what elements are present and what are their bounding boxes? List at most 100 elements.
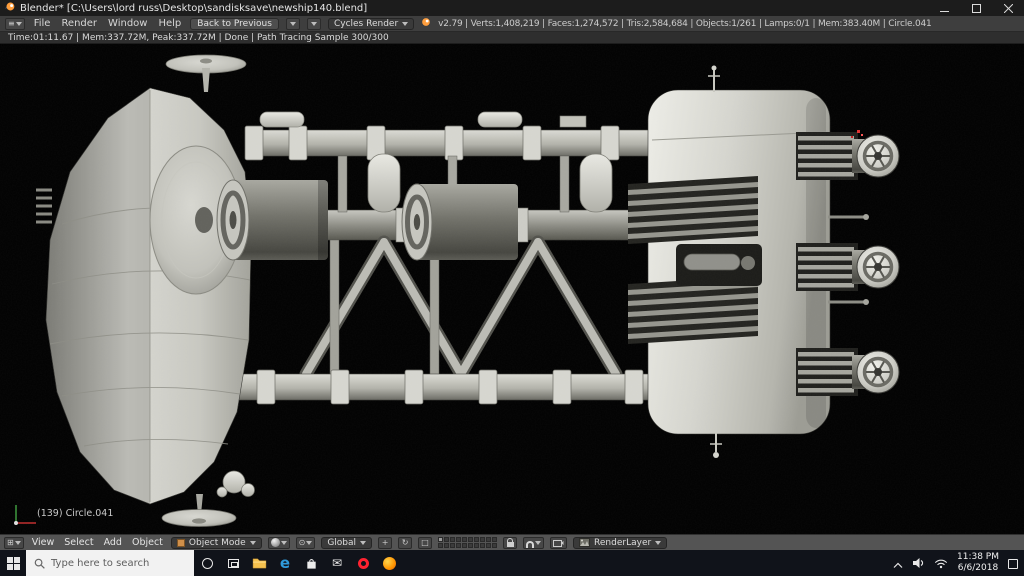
- network-button[interactable]: [934, 554, 948, 573]
- blender-logo-icon: [4, 1, 15, 15]
- layer-cell[interactable]: [468, 537, 473, 542]
- close-button[interactable]: [992, 0, 1024, 16]
- menu-object[interactable]: Object: [130, 537, 165, 548]
- menu-select[interactable]: Select: [62, 537, 95, 548]
- chevron-down-icon: [360, 541, 366, 545]
- layer-cell[interactable]: [438, 537, 443, 542]
- snap-button[interactable]: [523, 537, 544, 549]
- mail-button[interactable]: ✉: [324, 550, 350, 576]
- layer-cell[interactable]: [480, 543, 485, 548]
- menu-view[interactable]: View: [30, 537, 57, 548]
- task-view-button[interactable]: [220, 550, 246, 576]
- action-center-button[interactable]: [1008, 554, 1018, 573]
- clock-date: 6/6/2018: [957, 563, 999, 574]
- render-engine-value: Cycles Render: [334, 19, 398, 29]
- layer-cell[interactable]: [456, 543, 461, 548]
- viewport-shading-dropdown[interactable]: [268, 537, 290, 549]
- minimize-button[interactable]: [928, 0, 960, 16]
- viewport-3d[interactable]: (139) Circle.041: [0, 44, 1024, 534]
- volume-button[interactable]: [912, 554, 925, 573]
- opera-button[interactable]: [350, 550, 376, 576]
- menu-render[interactable]: Render: [59, 18, 99, 29]
- layer-cell[interactable]: [486, 543, 491, 548]
- menu-help[interactable]: Help: [156, 18, 183, 29]
- render-status-text: Time:01:11.67 | Mem:337.72M, Peak:337.72…: [8, 33, 389, 43]
- object-mode-icon: [177, 539, 185, 547]
- wifi-icon: [934, 558, 948, 569]
- speaker-icon: [912, 557, 925, 569]
- lock-button[interactable]: [503, 537, 517, 549]
- search-placeholder: Type here to search: [51, 558, 149, 569]
- layer-cell[interactable]: [492, 537, 497, 542]
- layer-cell[interactable]: [456, 537, 461, 542]
- chevron-down-icon: [290, 22, 296, 26]
- chevron-down-icon: [655, 541, 661, 545]
- start-button[interactable]: [0, 550, 26, 576]
- transform-orientation-dropdown[interactable]: Global: [321, 537, 372, 549]
- scene-statistics: v2.79 | Verts:1,408,219 | Faces:1,274,57…: [438, 19, 931, 29]
- file-explorer-button[interactable]: [246, 550, 272, 576]
- layer-cell[interactable]: [474, 537, 479, 542]
- taskbar-clock[interactable]: 11:38 PM 6/6/2018: [957, 552, 999, 574]
- window-titlebar: Blender* [C:\Users\lord russ\Desktop\san…: [0, 0, 1024, 16]
- chevron-down-icon: [15, 541, 21, 545]
- chevron-down-icon: [402, 22, 408, 26]
- back-to-previous-button[interactable]: Back to Previous: [190, 18, 279, 30]
- layer-cell[interactable]: [468, 543, 473, 548]
- screen-layout-dropdown[interactable]: [286, 18, 300, 30]
- chevron-down-icon: [281, 541, 287, 545]
- back-to-previous-label: Back to Previous: [197, 19, 272, 29]
- render-layer-value: RenderLayer: [594, 538, 651, 548]
- editor-type-info-button[interactable]: ≡: [5, 18, 25, 30]
- cortana-button[interactable]: [194, 550, 220, 576]
- chevron-down-icon: [311, 22, 317, 26]
- render-result-spaceship: [0, 44, 1024, 534]
- system-tray: 11:38 PM 6/6/2018: [887, 550, 1024, 576]
- maximize-icon: [972, 4, 981, 13]
- store-button[interactable]: [298, 550, 324, 576]
- layers-widget[interactable]: [438, 537, 497, 548]
- pivot-center-dropdown[interactable]: ⊙: [296, 537, 316, 549]
- orientation-value: Global: [327, 538, 356, 548]
- layer-cell[interactable]: [462, 543, 467, 548]
- maximize-button[interactable]: [960, 0, 992, 16]
- layer-cell[interactable]: [444, 537, 449, 542]
- opengl-render-button[interactable]: [550, 537, 567, 549]
- layer-cell[interactable]: [462, 537, 467, 542]
- edge-button[interactable]: e: [272, 550, 298, 576]
- layer-cell[interactable]: [480, 537, 485, 542]
- layer-cell[interactable]: [474, 543, 479, 548]
- mail-icon: ✉: [332, 557, 342, 569]
- task-view-icon: [228, 559, 239, 568]
- blender-window: Blender* [C:\Users\lord russ\Desktop\san…: [0, 0, 1024, 576]
- chevron-down-icon: [250, 541, 256, 545]
- menu-add[interactable]: Add: [102, 537, 124, 548]
- layer-cell[interactable]: [444, 543, 449, 548]
- render-engine-dropdown[interactable]: Cycles Render: [328, 18, 414, 30]
- manipulator-translate-button[interactable]: +: [378, 537, 392, 549]
- layer-cell[interactable]: [492, 543, 497, 548]
- render-status-bar: Time:01:11.67 | Mem:337.72M, Peak:337.72…: [0, 32, 1024, 44]
- close-icon: [1004, 4, 1013, 13]
- chevron-up-icon: [893, 562, 903, 569]
- render-layer-dropdown[interactable]: RenderLayer: [573, 537, 667, 549]
- mode-dropdown[interactable]: Object Mode: [171, 537, 262, 549]
- manipulator-scale-button[interactable]: □: [418, 537, 432, 549]
- camera-icon: [553, 539, 564, 547]
- layer-cell[interactable]: [438, 543, 443, 548]
- scene-dropdown[interactable]: [307, 18, 321, 30]
- layer-cell[interactable]: [450, 537, 455, 542]
- lock-icon: [507, 542, 514, 547]
- image-icon: [579, 538, 590, 547]
- manipulator-rotate-button[interactable]: ↻: [398, 537, 412, 549]
- editor-type-3dview-button[interactable]: ⊞: [4, 537, 24, 549]
- tray-expand-button[interactable]: [893, 554, 903, 573]
- notification-icon: [1008, 559, 1018, 569]
- layer-cell[interactable]: [450, 543, 455, 548]
- taskbar-search-input[interactable]: Type here to search: [26, 550, 194, 576]
- menu-file[interactable]: File: [32, 18, 53, 29]
- menu-window[interactable]: Window: [106, 18, 149, 29]
- axis-gizmo-icon: [10, 501, 40, 529]
- layer-cell[interactable]: [486, 537, 491, 542]
- firefox-button[interactable]: [376, 550, 402, 576]
